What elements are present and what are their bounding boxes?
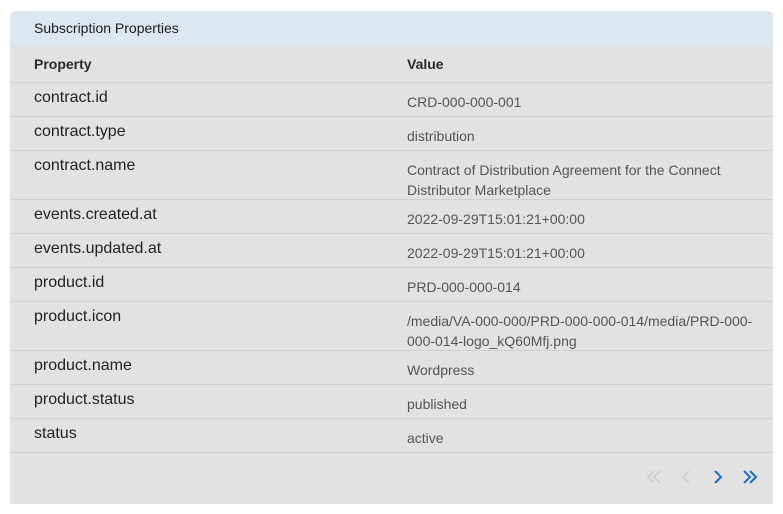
next-page-button[interactable]	[705, 464, 731, 490]
table-row: events.created.at 2022-09-29T15:01:21+00…	[10, 200, 773, 234]
table-row: contract.id CRD-000-000-001	[10, 83, 773, 117]
property-value: PRD-000-000-014	[407, 279, 521, 295]
last-page-icon	[743, 470, 758, 484]
property-value: published	[407, 396, 467, 412]
column-header-value: Value	[407, 55, 444, 72]
table-row: events.updated.at 2022-09-29T15:01:21+00…	[10, 234, 773, 268]
property-value: Contract of Distribution Agreement for t…	[407, 162, 721, 198]
table-row: product.id PRD-000-000-014	[10, 268, 773, 302]
column-header-property: Property	[34, 55, 92, 72]
property-name: status	[34, 425, 77, 442]
table-row: status active	[10, 419, 773, 453]
subscription-properties-panel: Subscription Properties Property Value c…	[10, 11, 773, 504]
property-value: /media/VA-000-000/PRD-000-000-014/media/…	[407, 313, 753, 349]
first-page-icon	[646, 470, 661, 484]
property-name: events.updated.at	[34, 240, 162, 257]
table-row: contract.type distribution	[10, 117, 773, 151]
property-value: distribution	[407, 128, 475, 144]
last-page-button[interactable]	[737, 464, 763, 490]
property-name: product.id	[34, 274, 105, 291]
property-name: contract.type	[34, 123, 126, 140]
prev-page-icon	[681, 470, 690, 484]
property-name: product.icon	[34, 308, 122, 325]
table-row: product.name Wordpress	[10, 351, 773, 385]
property-value: 2022-09-29T15:01:21+00:00	[407, 245, 585, 261]
property-value: Wordpress	[407, 362, 475, 378]
table-row: product.status published	[10, 385, 773, 419]
property-name: product.name	[34, 357, 132, 374]
property-name: contract.name	[34, 157, 136, 174]
next-page-icon	[714, 470, 723, 484]
property-name: contract.id	[34, 89, 108, 106]
property-name: events.created.at	[34, 206, 157, 223]
property-value: 2022-09-29T15:01:21+00:00	[407, 211, 585, 227]
property-value: CRD-000-000-001	[407, 94, 522, 110]
table-row: contract.name Contract of Distribution A…	[10, 151, 773, 200]
prev-page-button[interactable]	[673, 464, 699, 490]
table-row: product.icon /media/VA-000-000/PRD-000-0…	[10, 302, 773, 351]
first-page-button[interactable]	[641, 464, 667, 490]
property-name: product.status	[34, 391, 135, 408]
table-header: Property Value	[10, 45, 773, 83]
panel-title: Subscription Properties	[10, 11, 773, 45]
property-value: active	[407, 430, 444, 446]
pagination	[641, 464, 763, 490]
